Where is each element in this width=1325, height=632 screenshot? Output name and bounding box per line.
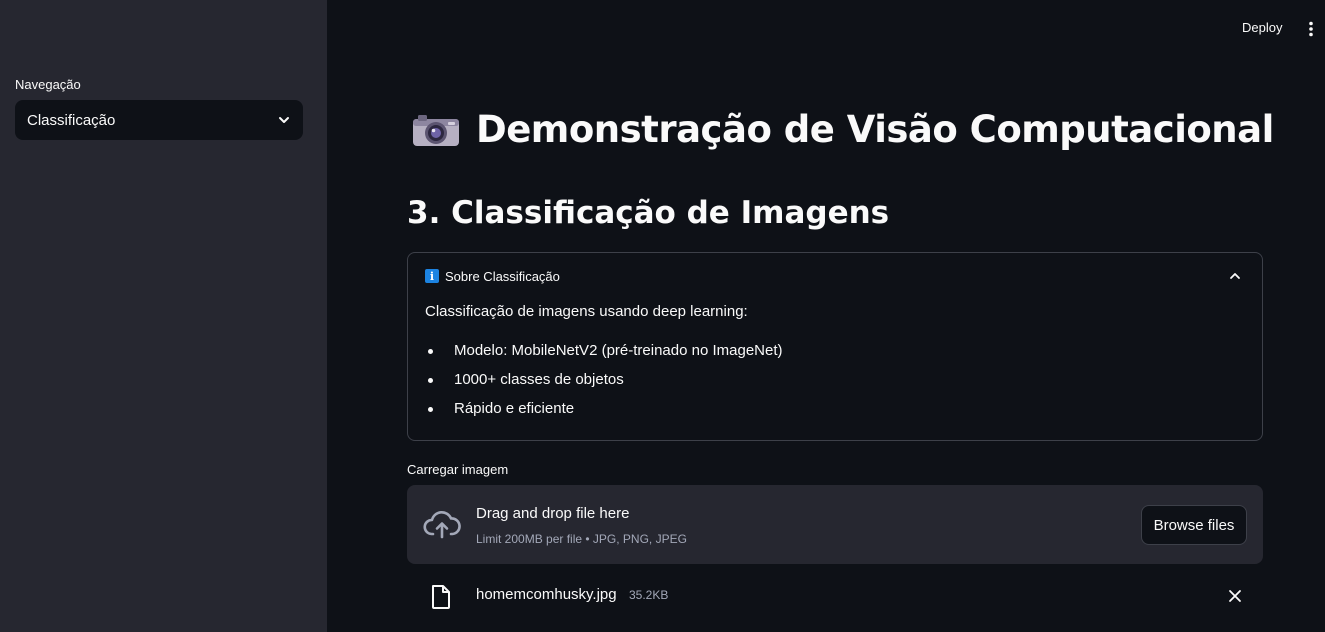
list-item: 1000+ classes de objetos — [425, 371, 1245, 400]
sidebar: Navegação Classificação — [0, 0, 327, 632]
section-title: 3. Classificação de Imagens — [407, 195, 890, 231]
file-name: homemcomhusky.jpg — [476, 586, 617, 603]
list-item: Modelo: MobileNetV2 (pré-treinado no Ima… — [425, 342, 1245, 371]
about-expander: i Sobre Classificação Classificação de i… — [407, 252, 1263, 441]
chevron-up-icon[interactable] — [1228, 269, 1242, 283]
close-icon[interactable] — [1225, 586, 1245, 606]
upload-label: Carregar imagem — [407, 462, 509, 477]
expander-body: Classificação de imagens usando deep lea… — [425, 303, 1245, 429]
deploy-button[interactable]: Deploy — [1232, 18, 1292, 40]
expander-title: Sobre Classificação — [445, 268, 560, 284]
file-dropzone[interactable]: Drag and drop file here Limit 200MB per … — [407, 485, 1263, 564]
navigation-select-value: Classificação — [27, 111, 116, 129]
feature-list: Modelo: MobileNetV2 (pré-treinado no Ima… — [425, 342, 1245, 429]
page-title: Demonstração de Visão Computacional — [412, 108, 1274, 151]
camera-icon — [412, 112, 460, 148]
navigation-select[interactable]: Classificação — [15, 100, 303, 140]
navigation-label: Navegação — [15, 77, 81, 92]
cloud-upload-icon — [423, 510, 461, 540]
info-icon: i — [425, 269, 439, 283]
expander-header[interactable]: i Sobre Classificação — [408, 253, 1262, 299]
uploaded-file-row: homemcomhusky.jpg 35.2KB — [407, 575, 1263, 615]
expander-intro: Classificação de imagens usando deep lea… — [425, 303, 748, 320]
dropzone-subtitle: Limit 200MB per file • JPG, PNG, JPEG — [476, 532, 687, 546]
page-title-text: Demonstração de Visão Computacional — [476, 108, 1274, 151]
more-vertical-icon[interactable] — [1302, 18, 1320, 40]
chevron-down-icon — [277, 113, 291, 127]
browse-files-button[interactable]: Browse files — [1141, 505, 1247, 545]
file-icon — [430, 584, 452, 610]
list-item: Rápido e eficiente — [425, 400, 1245, 429]
dropzone-title: Drag and drop file here — [476, 505, 630, 522]
file-size: 35.2KB — [629, 588, 669, 602]
